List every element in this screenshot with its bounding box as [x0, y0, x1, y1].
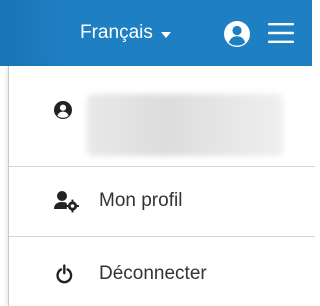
menu-item-logout[interactable]: Déconnecter	[9, 249, 315, 299]
navbar-left-area	[0, 0, 70, 66]
user-dropdown-menu: Mon profil Déconnecter	[8, 66, 315, 306]
menu-item-profile[interactable]: Mon profil	[9, 176, 315, 226]
language-label: Français	[80, 22, 153, 43]
menu-item-label: Déconnecter	[99, 263, 207, 284]
top-navbar: Français	[0, 0, 312, 66]
hamburger-menu-button[interactable]	[266, 20, 296, 46]
account-info-row	[9, 66, 315, 166]
divider	[9, 166, 315, 167]
hamburger-icon	[268, 23, 294, 43]
power-icon	[56, 264, 73, 284]
user-circle-icon	[54, 101, 72, 119]
caret-down-icon	[160, 31, 171, 38]
user-circle-icon	[224, 21, 250, 47]
redacted-account-name	[87, 94, 283, 156]
language-dropdown[interactable]: Français	[80, 18, 171, 48]
divider	[9, 236, 315, 237]
user-menu-button[interactable]	[222, 19, 252, 49]
menu-item-label: Mon profil	[99, 190, 183, 211]
user-gear-icon	[54, 191, 79, 213]
